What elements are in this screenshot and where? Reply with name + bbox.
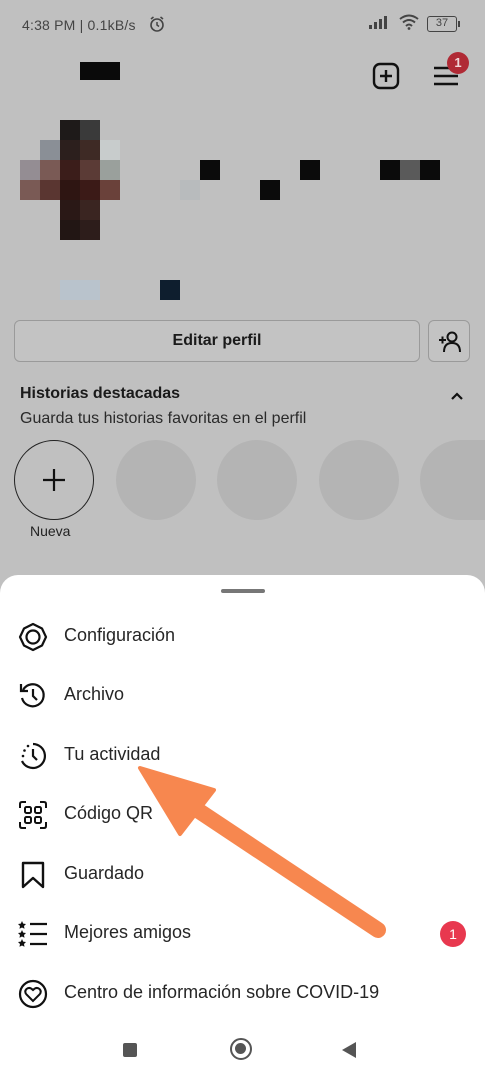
close-friends-list-icon bbox=[18, 919, 48, 949]
covid-heart-icon bbox=[18, 979, 48, 1009]
close-friends-badge: 1 bbox=[440, 921, 466, 947]
stat-redacted bbox=[180, 180, 200, 200]
menu-item-codigo-qr[interactable]: Código QR bbox=[0, 786, 485, 842]
sheet-drag-handle[interactable] bbox=[221, 589, 265, 593]
notification-badge: 1 bbox=[447, 52, 469, 74]
collapse-caret-icon[interactable] bbox=[450, 388, 464, 406]
menu-item-covid[interactable]: Centro de información sobre COVID-19 bbox=[0, 965, 485, 1021]
settings-gear-icon bbox=[18, 622, 48, 652]
highlight-placeholder bbox=[319, 440, 399, 520]
menu-label: Tu actividad bbox=[64, 744, 161, 764]
stat-redacted bbox=[200, 160, 220, 180]
alarm-icon bbox=[148, 15, 166, 36]
username-redacted bbox=[80, 62, 120, 80]
menu-label: Mejores amigos bbox=[64, 922, 192, 942]
menu-label: Código QR bbox=[64, 803, 154, 823]
new-highlight-label: Nueva bbox=[30, 523, 71, 539]
add-user-icon bbox=[438, 331, 462, 358]
menu-item-guardado[interactable]: Guardado bbox=[0, 846, 485, 902]
discover-people-button[interactable] bbox=[428, 320, 470, 362]
activity-clock-icon bbox=[18, 741, 48, 771]
menu-item-configuracion[interactable]: Configuración bbox=[0, 608, 485, 664]
menu-item-mejores-amigos[interactable]: Mejores amigos 1 bbox=[0, 905, 485, 961]
qr-code-icon bbox=[18, 800, 48, 830]
menu-label: Archivo bbox=[64, 684, 125, 704]
bio-redacted bbox=[60, 280, 100, 300]
home-icon[interactable] bbox=[230, 1038, 252, 1060]
plus-icon bbox=[41, 467, 67, 498]
wifi-icon bbox=[399, 14, 419, 33]
archive-history-icon bbox=[18, 681, 48, 711]
status-time: 4:38 PM | 0.1kB/s bbox=[22, 17, 136, 33]
new-post-icon[interactable] bbox=[372, 62, 400, 90]
recents-icon[interactable] bbox=[123, 1043, 137, 1057]
stat-redacted bbox=[380, 160, 400, 180]
signal-icon bbox=[369, 15, 391, 32]
menu-label: Centro de información sobre COVID-19 bbox=[64, 982, 380, 1002]
edit-profile-button[interactable]: Editar perfil bbox=[14, 320, 420, 362]
menu-item-archivo[interactable]: Archivo bbox=[0, 667, 485, 723]
highlights-subtitle: Guarda tus historias favoritas en el per… bbox=[20, 410, 307, 427]
bio-redacted bbox=[160, 280, 180, 300]
status-icons: 37 bbox=[369, 14, 460, 33]
menu-label: Guardado bbox=[64, 863, 145, 883]
highlight-placeholder bbox=[116, 440, 196, 520]
highlight-placeholder bbox=[217, 440, 297, 520]
stat-redacted bbox=[400, 160, 420, 180]
menu-label: Configuración bbox=[64, 625, 176, 645]
back-icon[interactable] bbox=[342, 1042, 356, 1058]
stat-redacted bbox=[420, 160, 440, 180]
system-nav-bar bbox=[0, 1020, 485, 1080]
battery-indicator: 37 bbox=[427, 15, 460, 32]
new-highlight-button[interactable] bbox=[14, 440, 94, 520]
highlights-title: Historias destacadas bbox=[20, 385, 181, 402]
menu-item-tu-actividad[interactable]: Tu actividad bbox=[0, 727, 485, 783]
profile-avatar-pixelated[interactable] bbox=[20, 120, 120, 240]
stat-redacted bbox=[300, 160, 320, 180]
stat-redacted bbox=[260, 180, 280, 200]
menu-bottom-sheet: Configuración Archivo Tu actividad Códig… bbox=[0, 575, 485, 1080]
bookmark-icon bbox=[18, 860, 48, 890]
status-bar: 4:38 PM | 0.1kB/s 37 bbox=[0, 0, 485, 48]
highlight-placeholder bbox=[420, 440, 485, 520]
